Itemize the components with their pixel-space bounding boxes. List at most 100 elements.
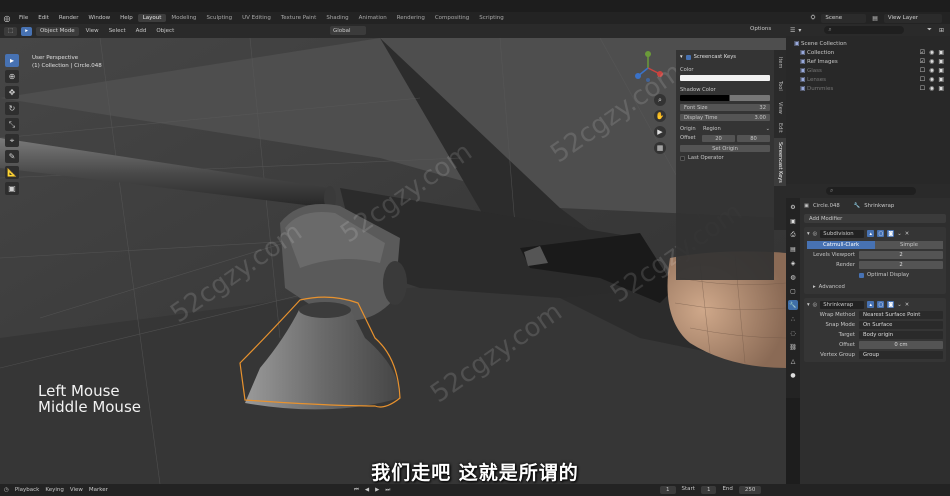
subdivision-name-field[interactable]: Subdivision [820,229,865,238]
list-item[interactable]: ▣ Collection ☑ ◉ ▣ [786,48,950,57]
new-collection-icon[interactable]: ⊞ [939,27,944,34]
physics-icon[interactable]: ◌ [788,328,798,338]
tab-sculpting[interactable]: Sculpting [201,14,237,22]
color-swatch[interactable] [680,75,770,81]
list-item[interactable]: ▣ Lenses ☐ ◉ ▣ [786,75,950,84]
tab-shading[interactable]: Shading [321,14,353,22]
object-mode-dropdown[interactable]: Object Mode [35,26,79,36]
menu-render[interactable]: Render [54,15,84,21]
close-icon[interactable]: ✕ [905,302,909,308]
camera-icon[interactable]: ▣ [938,85,944,92]
editor-type-button[interactable]: ⬚ [4,26,18,36]
screencast-enable-checkbox[interactable] [685,54,691,60]
catmull-clark-button[interactable]: Catmull-Clark [807,241,875,249]
play-reverse-icon[interactable]: ◀ [365,487,369,493]
close-icon[interactable]: ✕ [905,231,909,237]
tab-edit[interactable]: Edit [774,120,786,136]
eye-icon[interactable]: ◉ [929,67,934,74]
end-frame-field[interactable]: 250 [738,486,762,494]
menu-add[interactable]: Add [133,28,150,34]
camera-icon[interactable]: ▶ [654,126,666,138]
chevron-down-icon[interactable]: ▾ [807,231,810,237]
tab-scripting[interactable]: Scripting [474,14,508,22]
properties-search-input[interactable]: ⌕ [826,187,916,195]
offset-field[interactable]: 0 cm [859,341,943,349]
checkbox-icon[interactable]: ☐ [920,67,925,74]
chevron-right-icon[interactable]: ▸ [807,284,819,290]
constraints-icon[interactable]: ⛓ [788,342,798,352]
camera-icon[interactable]: ▣ [938,67,944,74]
advanced-row[interactable]: ▸ Advanced [807,283,943,291]
tab-texture-paint[interactable]: Texture Paint [276,14,322,22]
menu-help[interactable]: Help [115,15,138,21]
particles-icon[interactable]: ∴ [788,314,798,324]
tab-modeling[interactable]: Modeling [166,14,201,22]
blender-logo-icon[interactable]: ◎ [0,12,14,24]
display-mode-icon[interactable]: ▾ [798,27,801,34]
move-icon[interactable]: ✥ [5,86,19,99]
subdivision-header[interactable]: ▾ ◎ Subdivision ▴ ▢ ◙ ⌄ ✕ [807,229,943,238]
checkbox-icon[interactable]: ☐ [920,85,925,92]
annotate-icon[interactable]: ✎ [5,150,19,163]
tab-compositing[interactable]: Compositing [430,14,474,22]
snap-mode-dropdown[interactable]: On Surface [859,321,943,329]
start-frame-field[interactable]: 1 [700,486,717,494]
edit-mode-icon[interactable]: ▴ [867,301,875,308]
last-operator-checkbox[interactable] [680,155,685,161]
viewport-display-icon[interactable]: ▢ [877,301,885,308]
chevron-down-icon[interactable]: ▾ [680,54,683,60]
vertex-group-field[interactable]: Group [859,351,943,359]
shrinkwrap-name-field[interactable]: Shrinkwrap [820,300,865,309]
chevron-down-icon[interactable]: ▾ [807,302,810,308]
scene-selector[interactable]: Scene [821,13,867,23]
camera-icon[interactable]: ▣ [938,76,944,83]
checkbox-icon[interactable]: ☑ [920,58,925,65]
shadow-color-swatch[interactable] [680,95,770,101]
timeline-editor-icon[interactable]: ◷ [4,487,9,493]
menu-keying[interactable]: Keying [45,487,63,493]
filter-icon[interactable]: ⏷ [927,26,932,34]
scene-icon[interactable]: ◈ [788,258,798,268]
select-tool-button[interactable]: ▸ [21,26,32,36]
pan-hand-icon[interactable]: ✋ [654,110,666,122]
menu-object[interactable]: Object [153,28,177,34]
simple-button[interactable]: Simple [875,241,943,249]
tab-item[interactable]: Item [774,52,786,74]
current-frame-field[interactable]: 1 [660,486,676,494]
scale-icon[interactable]: ⤡ [5,118,19,131]
eye-icon[interactable]: ◉ [929,76,934,83]
set-origin-button[interactable]: Set Origin [680,145,770,152]
offset-y-field[interactable]: 80 [737,135,770,142]
add-cube-icon[interactable]: ▣ [5,182,19,195]
tab-uv-editing[interactable]: UV Editing [237,14,276,22]
tab-animation[interactable]: Animation [354,14,392,22]
tab-tool[interactable]: Tool [774,76,786,96]
origin-row[interactable]: Origin Region ⌄ [680,126,770,132]
wrap-method-dropdown[interactable]: Nearest Surface Point [859,311,943,319]
data-icon[interactable]: △ [788,356,798,366]
options-dropdown[interactable]: Options [750,26,771,32]
font-size-field[interactable]: Font Size 32 [680,104,770,111]
tab-layout[interactable]: Layout [137,14,167,22]
tab-rendering[interactable]: Rendering [392,14,430,22]
last-operator-row[interactable]: Last Operator [680,155,770,161]
list-item[interactable]: ▣ Scene Collection [786,39,950,48]
menu-select[interactable]: Select [106,28,129,34]
checkbox-icon[interactable]: ☑ [920,49,925,56]
jump-end-icon[interactable]: ⏭ [385,487,390,494]
shrinkwrap-header[interactable]: ▾ ◎ Shrinkwrap ▴ ▢ ◙ ⌄ ✕ [807,300,943,309]
output-icon[interactable]: ⎙ [788,230,798,240]
menu-window[interactable]: Window [83,15,115,21]
levels-viewport-field[interactable]: 2 [859,251,943,259]
dropdown-icon[interactable]: ⌄ [897,231,901,237]
list-item[interactable]: ▣ Glass ☐ ◉ ▣ [786,66,950,75]
eye-icon[interactable]: ◉ [929,49,934,56]
viewport-display-icon[interactable]: ▢ [877,230,885,237]
outliner-search-input[interactable]: ⌕ [824,26,905,34]
3d-viewport[interactable]: User Perspective (1) Collection | Circle… [0,38,786,484]
render-camera-icon[interactable]: ◙ [887,230,895,237]
eye-icon[interactable]: ◉ [929,85,934,92]
render-camera-icon[interactable]: ◙ [887,301,895,308]
render-icon[interactable]: ▣ [788,216,798,226]
menu-file[interactable]: File [14,15,33,21]
